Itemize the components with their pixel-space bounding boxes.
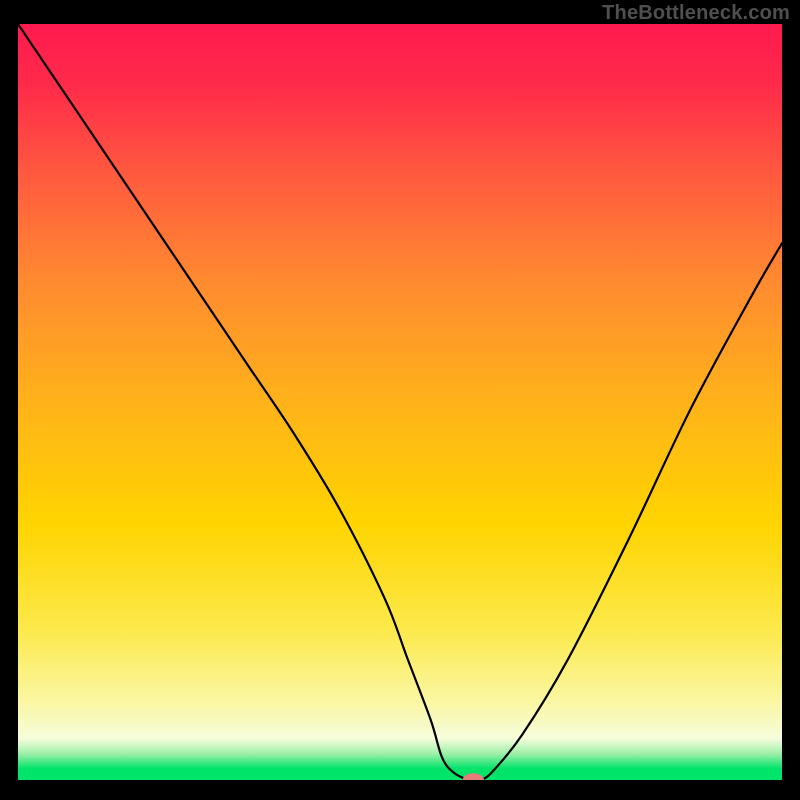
- bottleneck-plot: [18, 24, 782, 780]
- heat-background: [18, 24, 782, 780]
- chart-frame: TheBottleneck.com: [0, 0, 800, 800]
- watermark-text: TheBottleneck.com: [602, 2, 790, 25]
- plot-svg: [18, 24, 782, 780]
